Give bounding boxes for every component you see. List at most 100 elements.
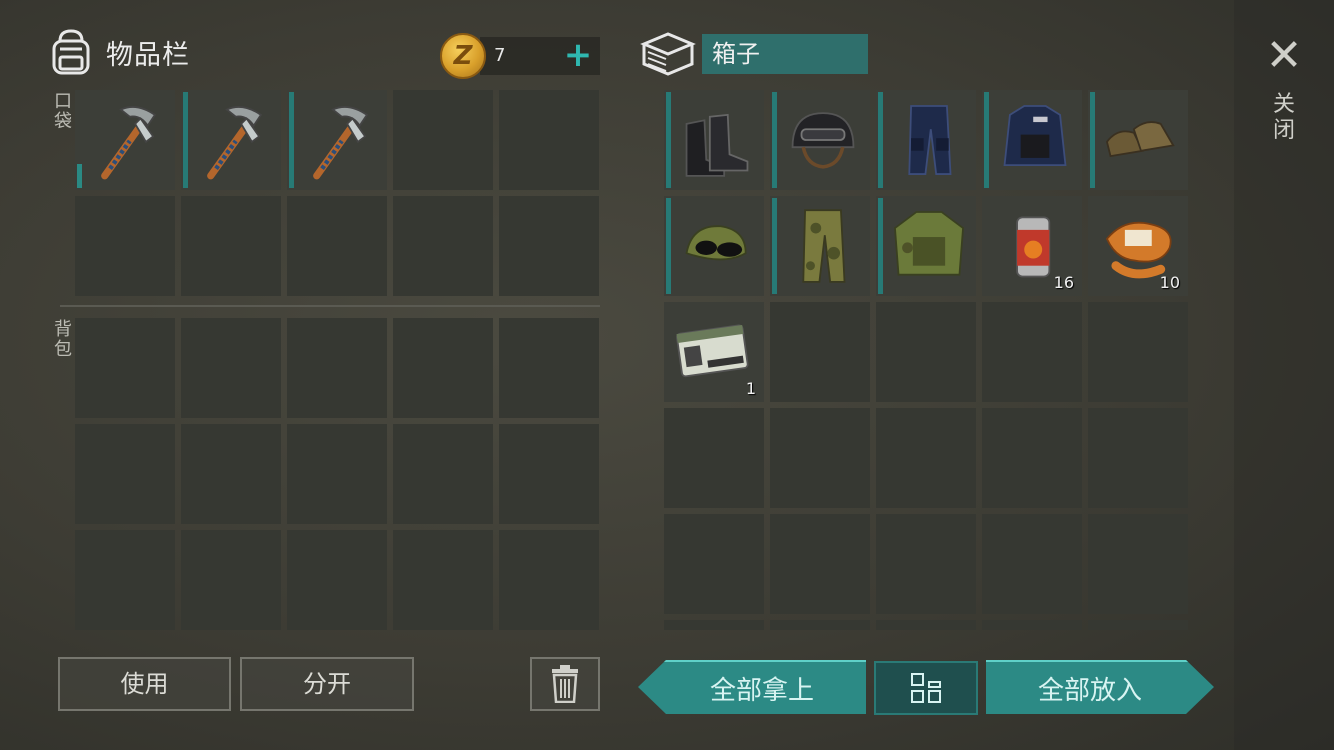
coin-icon: Z <box>440 33 486 79</box>
item-quantity: 1 <box>745 379 756 398</box>
durability-bar <box>878 198 883 294</box>
durability-bar <box>984 92 989 188</box>
put-all-button[interactable]: 全部放入 <box>986 660 1214 714</box>
empty-slot[interactable] <box>181 196 281 296</box>
item-slot[interactable] <box>770 196 870 296</box>
durability-bar <box>77 164 82 188</box>
empty-slot[interactable] <box>876 620 976 630</box>
item-slot[interactable] <box>664 196 764 296</box>
close-label: 关闭 <box>1272 92 1295 143</box>
empty-slot[interactable] <box>393 196 493 296</box>
close-icon: ✕ <box>1265 30 1303 81</box>
empty-slot[interactable] <box>499 196 599 296</box>
empty-slot[interactable] <box>982 302 1082 402</box>
empty-slot[interactable] <box>770 302 870 402</box>
add-coins-button[interactable]: + <box>560 37 596 75</box>
coin-count: 7 <box>494 45 506 66</box>
empty-slot[interactable] <box>770 620 870 630</box>
trash-icon <box>552 665 578 703</box>
empty-slot[interactable] <box>499 318 599 418</box>
empty-slot[interactable] <box>1088 514 1188 614</box>
divider <box>60 305 600 307</box>
empty-slot[interactable] <box>499 530 599 630</box>
item-slot[interactable]: 16 <box>982 196 1082 296</box>
backpack-grid <box>75 318 599 630</box>
item-slot[interactable]: 1 <box>664 302 764 402</box>
empty-slot[interactable] <box>287 530 387 630</box>
item-slot[interactable] <box>876 90 976 190</box>
camo-vest-icon <box>894 211 964 276</box>
empty-slot[interactable] <box>770 408 870 508</box>
item-slot[interactable] <box>876 196 976 296</box>
pickaxe-icon <box>207 106 263 180</box>
item-slot[interactable] <box>982 90 1082 190</box>
empty-slot[interactable] <box>393 424 493 524</box>
durability-bar <box>878 92 883 188</box>
police-pants-icon <box>908 105 952 175</box>
item-slot[interactable] <box>770 90 870 190</box>
box-icon <box>640 32 696 76</box>
durability-bar <box>772 198 777 294</box>
camo-pants-icon <box>802 209 846 283</box>
shoes-icon <box>1105 121 1175 158</box>
empty-slot[interactable] <box>876 302 976 402</box>
empty-slot[interactable] <box>982 514 1082 614</box>
pickaxe-icon <box>101 106 157 180</box>
empty-slot[interactable] <box>393 90 493 190</box>
helmet-icon <box>791 112 855 169</box>
inventory-title: 物品栏 <box>106 39 190 71</box>
pickaxe-icon <box>313 106 369 180</box>
police-vest-icon <box>1003 105 1067 166</box>
empty-slot[interactable] <box>75 424 175 524</box>
empty-slot[interactable] <box>393 530 493 630</box>
empty-slot[interactable] <box>664 514 764 614</box>
empty-slot[interactable] <box>75 530 175 630</box>
empty-slot[interactable] <box>181 530 281 630</box>
use-button[interactable]: 使用 <box>58 657 231 711</box>
empty-slot[interactable] <box>287 318 387 418</box>
sort-button[interactable] <box>874 661 978 715</box>
box-title: 箱子 <box>702 34 868 74</box>
coin-display: Z 7 + <box>440 33 600 79</box>
box-header: 箱子 <box>640 28 868 80</box>
empty-slot[interactable] <box>1088 302 1188 402</box>
close-button[interactable]: ✕ 关闭 <box>1264 30 1304 144</box>
backpack-label: 背包 <box>54 319 72 360</box>
durability-bar <box>183 92 188 188</box>
durability-bar <box>666 198 671 294</box>
item-slot[interactable] <box>664 90 764 190</box>
empty-slot[interactable] <box>982 408 1082 508</box>
camo-cap-icon <box>685 225 747 261</box>
empty-slot[interactable] <box>664 620 764 630</box>
durability-bar <box>666 92 671 188</box>
empty-slot[interactable] <box>1088 408 1188 508</box>
take-all-button[interactable]: 全部拿上 <box>638 660 866 714</box>
empty-slot[interactable] <box>181 424 281 524</box>
item-slot[interactable] <box>181 90 281 190</box>
empty-slot[interactable] <box>499 90 599 190</box>
item-slot[interactable] <box>75 90 175 190</box>
delete-button[interactable] <box>530 657 600 711</box>
item-slot[interactable] <box>1088 90 1188 190</box>
item-slot[interactable] <box>287 90 387 190</box>
empty-slot[interactable] <box>876 514 976 614</box>
empty-slot[interactable] <box>876 408 976 508</box>
empty-slot[interactable] <box>393 318 493 418</box>
empty-slot[interactable] <box>1088 620 1188 630</box>
item-slot[interactable]: 10 <box>1088 196 1188 296</box>
empty-slot[interactable] <box>181 318 281 418</box>
take-all-label: 全部拿上 <box>709 675 814 706</box>
empty-slot[interactable] <box>75 318 175 418</box>
split-button[interactable]: 分开 <box>240 657 414 711</box>
empty-slot[interactable] <box>664 408 764 508</box>
empty-slot[interactable] <box>499 424 599 524</box>
durability-bar <box>289 92 294 188</box>
empty-slot[interactable] <box>770 514 870 614</box>
empty-slot[interactable] <box>287 196 387 296</box>
empty-slot[interactable] <box>287 424 387 524</box>
pocket-label: 口袋 <box>54 91 72 132</box>
empty-slot[interactable] <box>75 196 175 296</box>
boots-icon <box>685 113 749 177</box>
empty-slot[interactable] <box>982 620 1082 630</box>
box-grid: 16 10 1 <box>664 90 1188 630</box>
